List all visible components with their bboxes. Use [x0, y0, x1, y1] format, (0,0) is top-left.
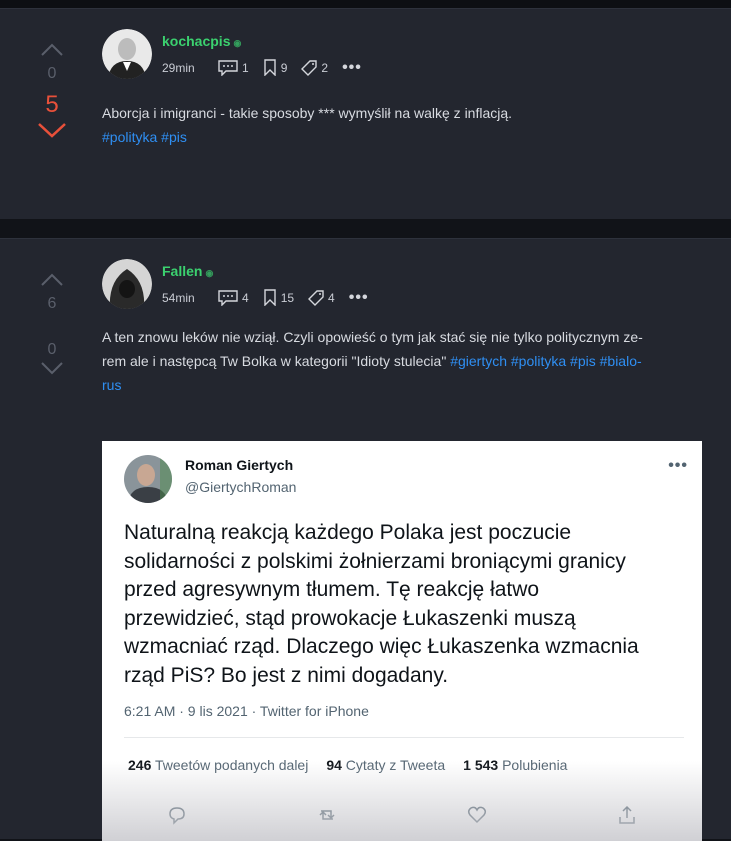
tag-button[interactable]: 4	[308, 289, 335, 306]
vote-panel: 6 0	[30, 273, 74, 375]
hashtag[interactable]: #giertych	[450, 353, 507, 369]
post-body: Aborcja i imigranci - takie sposoby *** …	[102, 101, 722, 149]
hashtag[interactable]: #polityka	[102, 129, 157, 145]
post-time[interactable]: 29min	[162, 61, 204, 75]
retweet-icon	[319, 810, 335, 820]
upvote-arrow-icon[interactable]	[40, 43, 64, 57]
tweet-text: Naturalną reakcją każdego Polaka jest po…	[124, 519, 684, 690]
author-label[interactable]: Fallen	[162, 263, 202, 279]
rss-icon: ◉	[233, 38, 242, 48]
more-options-icon[interactable]: •••	[342, 59, 362, 75]
tag-icon	[301, 59, 318, 76]
tweet-author-handle: @GiertychRoman	[185, 479, 297, 495]
tweet-text-line: przed agresywnym tłumem. Tę reakcję łatw…	[124, 578, 540, 601]
comments-count: 4	[242, 290, 249, 305]
bookmark-button[interactable]: 9	[263, 59, 288, 76]
tag-button[interactable]: 2	[301, 59, 329, 76]
post-meta: 54min 4 15 4 •••	[162, 289, 369, 306]
bookmark-button[interactable]: 15	[263, 289, 294, 306]
comments-button[interactable]: 4	[218, 289, 249, 306]
tweet-stat-retweets: 246 Tweetów podanych dalej	[128, 757, 309, 773]
comment-icon	[218, 59, 238, 76]
tweet-text-line: rząd PiS? Bo jest z nimi dogadany.	[124, 663, 449, 687]
author-name[interactable]: Fallen ◉	[162, 263, 213, 279]
upvote-count: 0	[47, 65, 57, 82]
tweet-stat-likes: 1 543 Polubienia	[463, 757, 568, 773]
vote-panel: 0 5	[30, 43, 74, 139]
upvote-arrow-icon[interactable]	[40, 273, 64, 287]
like-icon	[467, 806, 487, 824]
bookmarks-count: 15	[280, 290, 295, 305]
bookmarks-count: 9	[280, 60, 288, 75]
image-fade-overlay	[102, 761, 702, 841]
author-label[interactable]: kochacpis	[162, 33, 230, 49]
author-name[interactable]: kochacpis ◉	[162, 33, 241, 49]
hashtag[interactable]: #bialo-	[600, 353, 642, 369]
downvote-count: 0	[47, 341, 57, 358]
comments-count: 1	[242, 60, 249, 75]
tweet-text-line: Naturalną reakcją każdego Polaka jest po…	[124, 521, 572, 544]
tweet-text-line: wzmacniać rząd. Dlaczego więc Łukaszenka…	[124, 635, 639, 658]
embedded-tweet-image[interactable]: Roman Giertych @GiertychRoman ••• Natura…	[102, 441, 702, 841]
share-icon	[619, 805, 635, 824]
post-text: Aborcja i imigranci - takie sposoby *** …	[102, 105, 513, 121]
tweet-text-line: solidarności z polskimi żołnierzami bron…	[124, 549, 626, 573]
reply-icon	[169, 807, 185, 825]
post-meta: 29min 1 9 2 •••	[162, 59, 362, 76]
hashtag[interactable]: rus	[102, 377, 121, 393]
hashtag[interactable]: #pis	[161, 129, 187, 145]
post-text-line: rem ale i następcą Tw Bolka w kategorii …	[102, 353, 447, 369]
tweet-author-name: Roman Giertych	[185, 457, 294, 473]
post-time[interactable]: 54min	[162, 291, 204, 305]
upvote-count: 6	[47, 295, 57, 312]
post-body: A ten znowu leków nie wziął. Czyli opowi…	[102, 325, 722, 397]
post-card: 0 5 kochacpis ◉ 29min 1 9 2 ••• Aborcja i…	[0, 8, 731, 219]
tags-count: 2	[321, 60, 329, 75]
avatar[interactable]	[102, 29, 152, 79]
tweet-stats: 246 Tweetów podanych dalej 94 Cytaty z T…	[128, 757, 585, 773]
bookmark-icon	[263, 59, 276, 76]
tag-icon	[308, 289, 324, 306]
divider	[124, 737, 684, 738]
vote-score: 5	[45, 91, 59, 118]
tags-count: 4	[328, 290, 335, 305]
tweet-stat-quotes: 94 Cytaty z Tweeta	[326, 757, 446, 773]
top-bar	[0, 0, 731, 8]
comments-button[interactable]: 1	[218, 59, 249, 76]
bookmark-icon	[263, 289, 276, 306]
downvote-arrow-icon[interactable]	[40, 361, 64, 375]
post-card: 6 0 Fallen ◉ 54min 4 15 4 ••• A ten znowu…	[0, 238, 731, 841]
hashtag[interactable]: #polityka	[511, 353, 566, 369]
tweet-timestamp: 6:21 AM · 9 lis 2021 · Twitter for iPhon…	[124, 703, 369, 719]
tweet-actions	[102, 805, 702, 825]
tweet-avatar	[124, 455, 172, 503]
comment-icon	[218, 289, 238, 306]
tweet-text-line: przewidzieć, stąd prowokacje Łukaszenki …	[124, 606, 576, 630]
hashtag[interactable]: #pis	[570, 353, 596, 369]
post-text-line: A ten znowu leków nie wziął. Czyli opowi…	[102, 329, 643, 345]
avatar[interactable]	[102, 259, 152, 309]
downvote-arrow-icon[interactable]	[37, 121, 67, 139]
tweet-more-icon: •••	[668, 457, 688, 474]
rss-icon: ◉	[205, 268, 214, 278]
more-options-icon[interactable]: •••	[349, 289, 369, 305]
